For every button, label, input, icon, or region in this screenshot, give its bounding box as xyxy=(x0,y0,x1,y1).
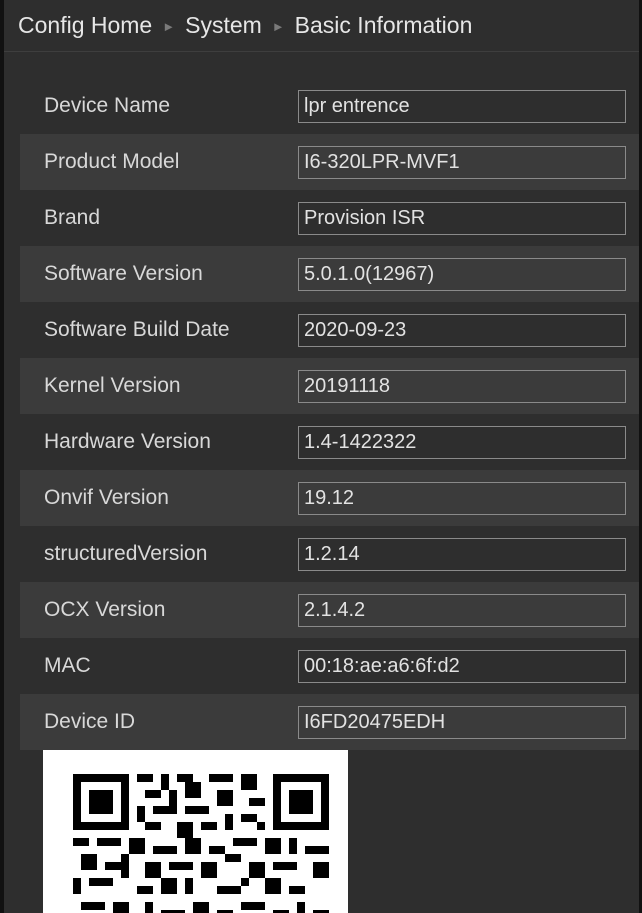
brand-label: Brand xyxy=(44,206,101,229)
breadcrumb-separator-icon: ► xyxy=(162,19,176,34)
row-ocx-version: OCX Version xyxy=(20,582,639,638)
row-product-model: Product Model xyxy=(20,134,639,190)
brand-field[interactable] xyxy=(298,201,626,235)
info-table: Device Name Product Model Brand Software… xyxy=(20,78,639,750)
qr-code xyxy=(43,750,348,913)
row-structured-version: structuredVersion xyxy=(20,526,639,582)
product-model-field[interactable] xyxy=(298,145,626,179)
window-frame-left xyxy=(0,0,4,913)
device-name-label: Device Name xyxy=(44,94,171,117)
breadcrumb: Config Home ► System ► Basic Information xyxy=(4,0,639,52)
row-device-id: Device ID xyxy=(20,694,639,750)
structured-version-label: structuredVersion xyxy=(44,542,208,565)
software-version-label: Software Version xyxy=(44,262,203,285)
hardware-version-label: Hardware Version xyxy=(44,430,211,453)
kernel-version-field[interactable] xyxy=(298,369,626,403)
device-id-label: Device ID xyxy=(44,710,136,733)
software-version-field[interactable] xyxy=(298,257,626,291)
row-mac: MAC xyxy=(20,638,639,694)
row-brand: Brand xyxy=(20,190,639,246)
software-build-date-field[interactable] xyxy=(298,313,626,347)
hardware-version-field[interactable] xyxy=(298,425,626,459)
mac-label: MAC xyxy=(44,654,91,677)
breadcrumb-config-home[interactable]: Config Home xyxy=(18,12,152,39)
basic-information-page: Config Home ► System ► Basic Information… xyxy=(0,0,642,913)
structured-version-field[interactable] xyxy=(298,537,626,571)
device-id-field[interactable] xyxy=(298,705,626,739)
qr-code-icon xyxy=(73,774,329,913)
onvif-version-field[interactable] xyxy=(298,481,626,515)
breadcrumb-separator-icon: ► xyxy=(271,19,285,34)
ocx-version-label: OCX Version xyxy=(44,598,166,621)
row-kernel-version: Kernel Version xyxy=(20,358,639,414)
onvif-version-label: Onvif Version xyxy=(44,486,169,509)
breadcrumb-system[interactable]: System xyxy=(185,12,262,39)
mac-field[interactable] xyxy=(298,649,626,683)
kernel-version-label: Kernel Version xyxy=(44,374,181,397)
row-device-name: Device Name xyxy=(20,78,639,134)
row-hardware-version: Hardware Version xyxy=(20,414,639,470)
row-software-build-date: Software Build Date xyxy=(20,302,639,358)
product-model-label: Product Model xyxy=(44,150,180,173)
software-build-date-label: Software Build Date xyxy=(44,318,230,341)
row-onvif-version: Onvif Version xyxy=(20,470,639,526)
breadcrumb-basic-information: Basic Information xyxy=(294,12,473,38)
device-name-field[interactable] xyxy=(298,89,626,123)
row-software-version: Software Version xyxy=(20,246,639,302)
ocx-version-field[interactable] xyxy=(298,593,626,627)
